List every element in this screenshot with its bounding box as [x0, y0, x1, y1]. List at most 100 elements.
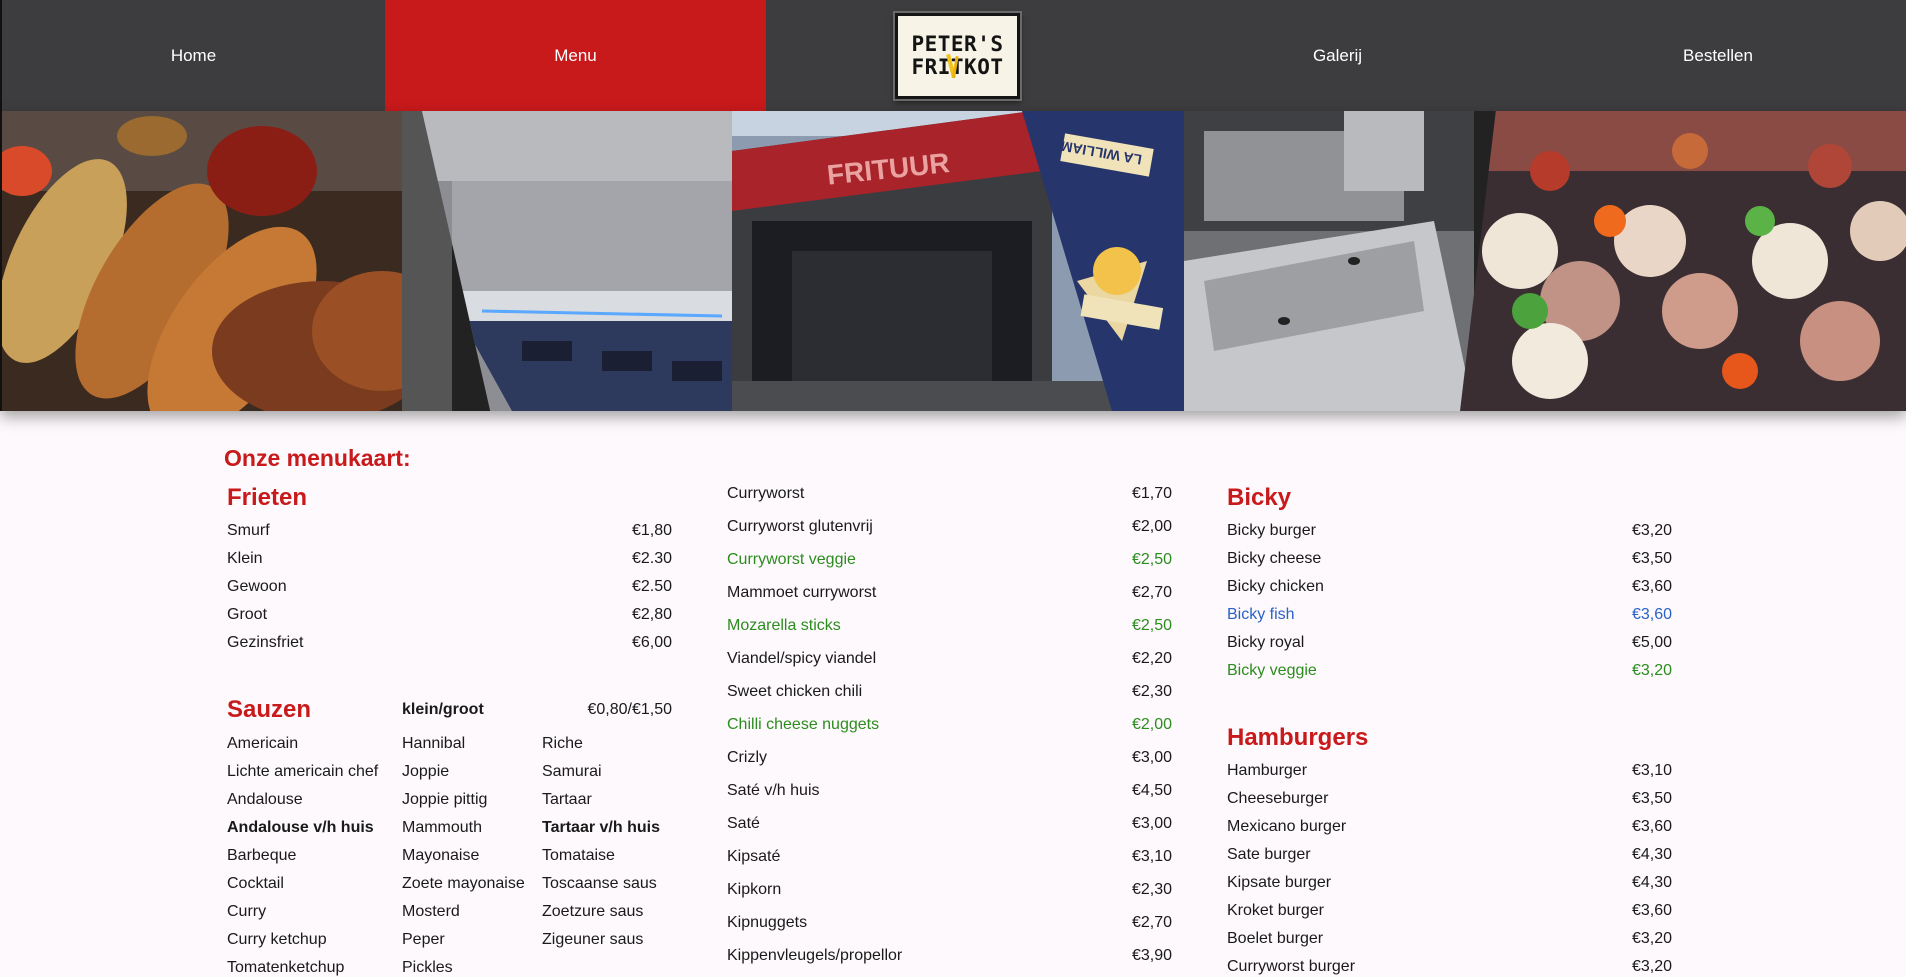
menu-item-row: Kippenvleugels/propellor €3,90: [727, 945, 1172, 967]
menu-item-row: Klein €2.30: [227, 548, 672, 570]
menu-item-row: Curryworst €1,70: [727, 483, 1172, 505]
menu-item-name: Chilli cheese nuggets: [727, 716, 880, 733]
menu-item-name: Gewoon: [227, 578, 287, 595]
frituur-storefront-photo: FRITUUR LA WILLIAM: [732, 111, 1184, 411]
menu-item-row: Bicky veggie €3,20: [1227, 660, 1672, 682]
menu-item-price: €3,60: [1631, 606, 1672, 623]
menu-item-name: Saté v/h huis: [727, 782, 820, 799]
nav-menu-link[interactable]: Menu: [385, 0, 766, 111]
menu-item-name: Curryworst: [727, 485, 805, 502]
menu-item-row: Bicky chicken €3,60: [1227, 576, 1672, 598]
menu-item-row: Bicky royal €5,00: [1227, 632, 1672, 654]
sauce-item: Lichte americain chef: [227, 763, 379, 780]
bicky-heading: Bicky: [1227, 484, 1292, 511]
menu-item-price: €3,10: [1131, 848, 1172, 865]
sauce-item: Mammouth: [402, 819, 483, 836]
menu-item-price: €3,60: [1631, 578, 1672, 595]
menu-item-row: Chilli cheese nuggets €2,00: [727, 714, 1172, 736]
menu-item-price: €2,70: [1131, 584, 1172, 601]
menu-item-price: €2,20: [1131, 650, 1172, 667]
menu-item-row: Kipkorn €2,30: [727, 879, 1172, 901]
menu-item-price: €2,70: [1131, 914, 1172, 931]
sauce-item: Curry: [227, 903, 267, 920]
menu-item-price: €2,50: [1131, 617, 1172, 634]
veggie-skewers-photo: [1460, 111, 1906, 411]
menu-item-row: Mammoet curryworst €2,70: [727, 582, 1172, 604]
menu-item-name: Smurf: [227, 522, 270, 539]
top-navigation: Home Menu PETER'S FRITKOT Galerij Bestel…: [0, 0, 1906, 111]
sauce-item: Joppie pittig: [402, 791, 488, 808]
sauce-item: Americain: [227, 735, 299, 752]
steel-counter-photo: [1184, 111, 1474, 411]
menu-item-row: Mexicano burger €3,60: [1227, 816, 1672, 838]
menu-item-price: €2.30: [631, 550, 672, 567]
menu-item-row: Boelet burger €3,20: [1227, 928, 1672, 950]
menu-item-price: €1,70: [1131, 485, 1172, 502]
menu-item-name: Klein: [227, 550, 263, 567]
menu-item-name: Mexicano burger: [1227, 818, 1347, 835]
sauce-item: Mayonaise: [402, 847, 480, 864]
hamburgers-heading: Hamburgers: [1227, 724, 1369, 751]
sauzen-size-price: €0,80/€1,50: [587, 701, 672, 718]
frieten-heading: Frieten: [227, 484, 308, 511]
nav-galerij-link[interactable]: Galerij: [1147, 0, 1528, 111]
sauce-item: Tomatenketchup: [227, 959, 345, 976]
nav-home-link[interactable]: Home: [2, 0, 385, 111]
menu-item-row: Cheeseburger €3,50: [1227, 788, 1672, 810]
menu-item-name: Viandel/spicy viandel: [727, 650, 877, 667]
sauce-item: Andalouse v/h huis: [227, 819, 374, 836]
menu-item-row: Hamburger €3,10: [1227, 760, 1672, 782]
menu-item-name: Saté: [727, 815, 760, 832]
menu-item-price: €4,50: [1131, 782, 1172, 799]
fries-icon: [946, 53, 959, 79]
menu-item-price: €3,00: [1131, 815, 1172, 832]
menu-item-row: Kipnuggets €2,70: [727, 912, 1172, 934]
menu-item-price: €2,50: [1131, 551, 1172, 568]
menu-item-name: Bicky fish: [1227, 606, 1295, 623]
nav-bestellen-link[interactable]: Bestellen: [1528, 0, 1906, 111]
sauce-item: Zoetzure saus: [542, 903, 644, 920]
sauce-item: Tomataise: [542, 847, 615, 864]
menu-item-name: Curryworst burger: [1227, 958, 1356, 975]
menu-item-name: Kipsaté: [727, 848, 781, 865]
sauzen-size-label: klein/groot: [402, 701, 484, 718]
menu-item-price: €1,80: [631, 522, 672, 539]
menu-item-row: Curryworst veggie €2,50: [727, 549, 1172, 571]
menu-item-price: €2,80: [631, 606, 672, 623]
menu-item-price: €3,20: [1631, 958, 1672, 975]
menu-item-price: €3,50: [1631, 550, 1672, 567]
sauce-item: Barbeque: [227, 847, 297, 864]
peters-fritkot-logo[interactable]: PETER'S FRITKOT: [895, 13, 1020, 99]
menu-item-price: €2,30: [1131, 881, 1172, 898]
menu-item-name: Gezinsfriet: [227, 634, 304, 651]
sauce-item: Mosterd: [402, 903, 460, 920]
menu-item-name: Kippenvleugels/propellor: [727, 947, 903, 964]
menu-item-row: Gezinsfriet €6,00: [227, 632, 672, 654]
sauce-item: Tartaar: [542, 791, 592, 808]
menu-item-name: Bicky cheese: [1227, 550, 1322, 567]
menu-item-price: €5,00: [1631, 634, 1672, 651]
menu-item-row: Gewoon €2.50: [227, 576, 672, 598]
menu-item-name: Cheeseburger: [1227, 790, 1329, 807]
menu-item-row: Bicky fish €3,60: [1227, 604, 1672, 626]
menu-item-name: Bicky burger: [1227, 522, 1316, 539]
menu-item-row: Smurf €1,80: [227, 520, 672, 542]
menu-item-price: €3,20: [1631, 930, 1672, 947]
menu-item-row: Saté €3,00: [727, 813, 1172, 835]
sauce-item: Andalouse: [227, 791, 303, 808]
sauce-item: Samurai: [542, 763, 602, 780]
sauce-item: Hannibal: [402, 735, 466, 752]
menu-item-row: Bicky cheese €3,50: [1227, 548, 1672, 570]
sauce-item: Cocktail: [227, 875, 284, 892]
menu-item-name: Kipkorn: [727, 881, 782, 898]
menu-item-price: €3,50: [1631, 790, 1672, 807]
menu-item-price: €4,30: [1631, 874, 1672, 891]
menu-item-row: Crizly €3,00: [727, 747, 1172, 769]
sauce-item: Zigeuner saus: [542, 931, 644, 948]
menu-item-name: Sate burger: [1227, 846, 1311, 863]
hero-photo-collage: FRITUUR LA WILLIAM: [0, 111, 1906, 411]
menu-item-price: €3,20: [1631, 522, 1672, 539]
sauce-item: Riche: [542, 735, 583, 752]
menu-item-price: €2,00: [1131, 716, 1172, 733]
menu-item-name: Bicky veggie: [1227, 662, 1317, 679]
